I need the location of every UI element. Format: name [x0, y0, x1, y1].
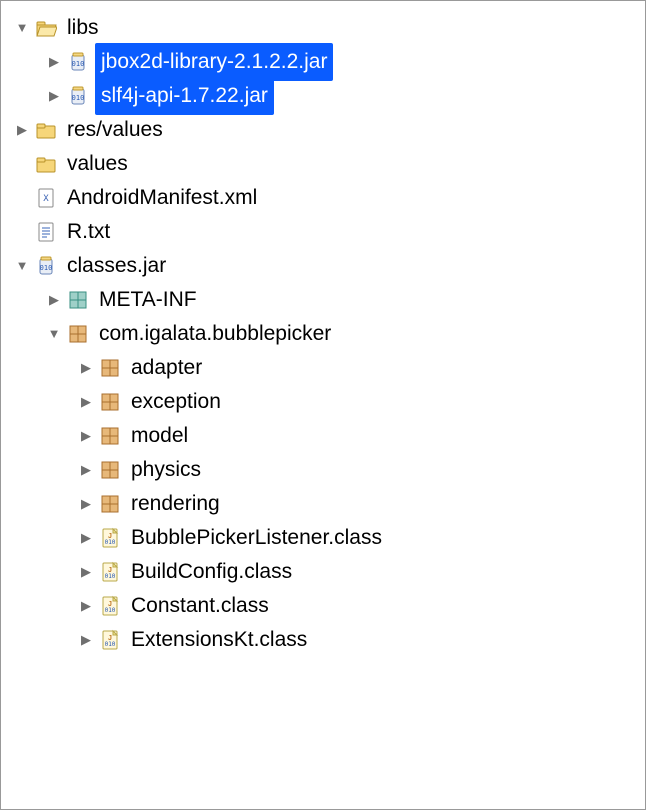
tree-item-label: adapter [127, 351, 206, 385]
chevron-down-icon[interactable]: ▼ [13, 249, 31, 283]
tree-item-physics[interactable]: ▶ physics [9, 453, 637, 487]
package-icon [99, 425, 121, 447]
tree-item-label: values [63, 147, 132, 181]
package-icon [99, 391, 121, 413]
tree-item-resvalues[interactable]: ▶ res/values [9, 113, 637, 147]
tree-item-label: model [127, 419, 192, 453]
chevron-right-icon[interactable]: ▶ [45, 45, 63, 79]
tree-item-jbox2d[interactable]: ▶ jbox2d-library-2.1.2.2.jar [9, 45, 637, 79]
tree-item-label: AndroidManifest.xml [63, 181, 261, 215]
tree-item-label: com.igalata.bubblepicker [95, 317, 335, 351]
tree-item-metainf[interactable]: ▶ META-INF [9, 283, 637, 317]
tree-item-label: rendering [127, 487, 224, 521]
tree-item-label: BubblePickerListener.class [127, 521, 386, 555]
tree-item-rtxt[interactable]: ▶R.txt [9, 215, 637, 249]
file-tree[interactable]: ▼libs▶jbox2d-library-2.1.2.2.jar▶slf4j-a… [9, 11, 637, 657]
tree-item-label: jbox2d-library-2.1.2.2.jar [95, 43, 333, 81]
package-icon [99, 493, 121, 515]
chevron-right-icon[interactable]: ▶ [45, 79, 63, 113]
tree-item-label: R.txt [63, 215, 114, 249]
class-icon [99, 561, 121, 583]
tree-item-label: ExtensionsKt.class [127, 623, 311, 657]
chevron-down-icon[interactable]: ▼ [13, 11, 31, 45]
tree-item-bplistener[interactable]: ▶ BubblePickerListener.class [9, 521, 637, 555]
chevron-right-icon[interactable]: ▶ [77, 589, 95, 623]
tree-item-extkt[interactable]: ▶ ExtensionsKt.class [9, 623, 637, 657]
tree-item-label: classes.jar [63, 249, 170, 283]
chevron-right-icon[interactable]: ▶ [13, 113, 31, 147]
package-blue-icon [67, 289, 89, 311]
tree-item-label: physics [127, 453, 205, 487]
class-icon [99, 629, 121, 651]
folder-open-icon [35, 17, 57, 39]
package-icon [99, 459, 121, 481]
tree-item-adapter[interactable]: ▶ adapter [9, 351, 637, 385]
tree-item-manifest[interactable]: ▶AndroidManifest.xml [9, 181, 637, 215]
jar-icon [35, 255, 57, 277]
chevron-right-icon[interactable]: ▶ [77, 487, 95, 521]
tree-item-buildconfig[interactable]: ▶ BuildConfig.class [9, 555, 637, 589]
tree-item-label: slf4j-api-1.7.22.jar [95, 77, 274, 115]
chevron-right-icon[interactable]: ▶ [77, 419, 95, 453]
tree-item-constant[interactable]: ▶ Constant.class [9, 589, 637, 623]
file-tree-panel: ▼libs▶jbox2d-library-2.1.2.2.jar▶slf4j-a… [0, 0, 646, 810]
chevron-right-icon[interactable]: ▶ [77, 351, 95, 385]
tree-item-slf4j[interactable]: ▶ slf4j-api-1.7.22.jar [9, 79, 637, 113]
chevron-right-icon[interactable]: ▶ [77, 453, 95, 487]
tree-item-label: BuildConfig.class [127, 555, 296, 589]
chevron-right-icon[interactable]: ▶ [77, 555, 95, 589]
tree-item-exception[interactable]: ▶ exception [9, 385, 637, 419]
package-icon [67, 323, 89, 345]
tree-item-rendering[interactable]: ▶ rendering [9, 487, 637, 521]
tree-item-label: libs [63, 11, 103, 45]
xml-icon [35, 187, 57, 209]
package-icon [99, 357, 121, 379]
class-icon [99, 595, 121, 617]
chevron-right-icon[interactable]: ▶ [77, 385, 95, 419]
tree-item-model[interactable]: ▶ model [9, 419, 637, 453]
chevron-right-icon[interactable]: ▶ [77, 623, 95, 657]
tree-item-label: exception [127, 385, 225, 419]
tree-item-label: res/values [63, 113, 167, 147]
tree-item-values[interactable]: ▶values [9, 147, 637, 181]
folder-icon [35, 153, 57, 175]
jar-icon [67, 85, 89, 107]
jar-icon [67, 51, 89, 73]
folder-icon [35, 119, 57, 141]
tree-item-libs[interactable]: ▼ libs [9, 11, 637, 45]
chevron-down-icon[interactable]: ▼ [45, 317, 63, 351]
chevron-right-icon[interactable]: ▶ [45, 283, 63, 317]
tree-item-label: Constant.class [127, 589, 273, 623]
class-icon [99, 527, 121, 549]
tree-item-rootpkg[interactable]: ▼ com.igalata.bubblepicker [9, 317, 637, 351]
txt-icon [35, 221, 57, 243]
chevron-right-icon[interactable]: ▶ [77, 521, 95, 555]
tree-item-label: META-INF [95, 283, 201, 317]
tree-item-classesjar[interactable]: ▼ classes.jar [9, 249, 637, 283]
